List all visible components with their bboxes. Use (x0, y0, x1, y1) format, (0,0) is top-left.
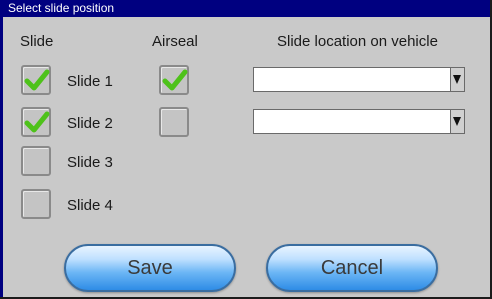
header-slide: Slide (20, 33, 54, 50)
check-icon (24, 111, 50, 133)
cancel-button[interactable]: Cancel (266, 244, 438, 292)
chevron-down-icon[interactable] (450, 110, 464, 133)
slide-3-checkbox[interactable] (21, 146, 51, 176)
chevron-down-icon[interactable] (450, 68, 464, 91)
slide-4-checkbox[interactable] (21, 189, 51, 219)
check-icon (24, 69, 50, 91)
slide-2-label: Slide 2 (67, 115, 113, 132)
dialog-window: Select slide position Slide Airseal Slid… (0, 0, 492, 299)
airseal-1-checkbox[interactable] (159, 65, 189, 95)
airseal-2-checkbox[interactable] (159, 107, 189, 137)
save-button[interactable]: Save (64, 244, 236, 292)
check-icon (162, 69, 188, 91)
window-left-border (0, 17, 3, 297)
slide-4-label: Slide 4 (67, 197, 113, 214)
slide-1-label: Slide 1 (67, 73, 113, 90)
slide-2-checkbox[interactable] (21, 107, 51, 137)
slide-3-label: Slide 3 (67, 154, 113, 171)
header-airseal: Airseal (152, 33, 198, 50)
header-location: Slide location on vehicle (277, 33, 438, 50)
slide-2-location-select[interactable] (253, 109, 465, 134)
slide-1-location-select[interactable] (253, 67, 465, 92)
slide-1-checkbox[interactable] (21, 65, 51, 95)
window-title: Select slide position (0, 0, 490, 17)
